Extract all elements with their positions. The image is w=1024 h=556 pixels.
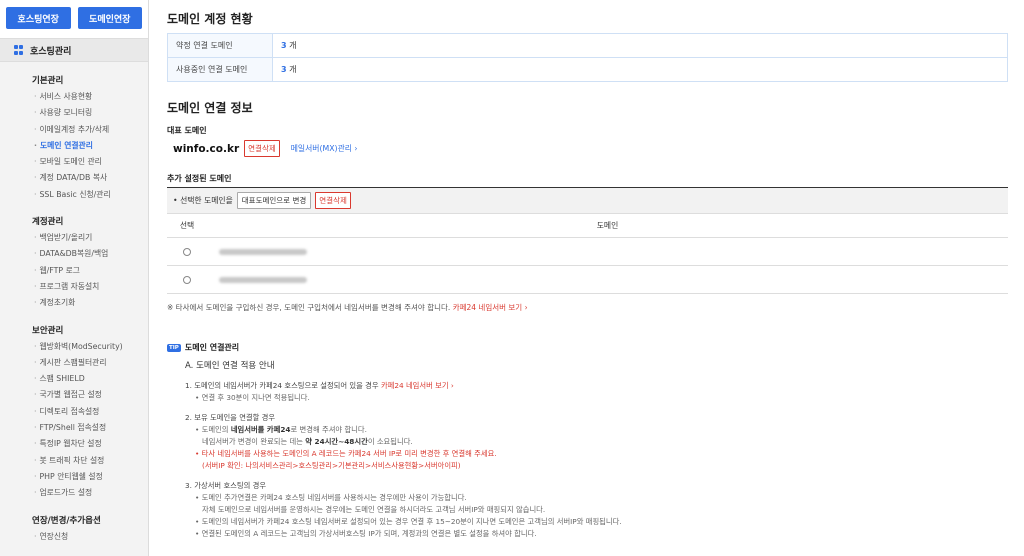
table-header: 선택 도메인 <box>167 214 1008 238</box>
guide-a2-3: • 타사 네임서버를 사용하는 도메인의 A 레코드는 카페24 서버 IP로 … <box>195 449 497 458</box>
rep-domain-label: 대표 도메인 <box>167 126 207 135</box>
sidebar-item[interactable]: 연장신청 <box>0 529 148 545</box>
sidebar-section-title: 연장/변경/추가옵션 <box>32 515 101 526</box>
table-row <box>167 266 1008 294</box>
connect-title: 도메인 연결 정보 <box>167 101 253 115</box>
guide-heading: A. 도메인 연결 적용 안내 <box>185 361 275 371</box>
rep-delete-button[interactable]: 연결삭제 <box>244 140 280 157</box>
table-row <box>167 238 1008 266</box>
guide-q2: 2. 보유 도메인을 연결할 경우 <box>185 413 276 422</box>
sidebar-item[interactable]: FTP/Shell 접속설정 <box>0 420 148 436</box>
added-domain-table: • 선택한 도메인을 대표도메인으로 변경 연결삭제 선택 도메인 <box>167 187 1008 294</box>
guide-a2-2: 네임서버가 변경이 완료되는 데는 약 24시간~48시간이 소요됩니다. <box>202 437 413 446</box>
sidebar-item[interactable]: 이메일계정 추가/삭제 <box>0 122 148 138</box>
top-buttons: 호스팅연장 도메인연장 <box>0 0 148 38</box>
sidebar-item[interactable]: 프로그램 자동설치 <box>0 279 148 295</box>
guide-a2-1: • 도메인의 네임서버를 카페24로 변경해 주셔야 합니다. <box>195 425 367 434</box>
tip-title: 도메인 연결관리 <box>184 343 240 352</box>
blurred-domain <box>219 276 307 283</box>
set-rep-button[interactable]: 대표도메인으로 변경 <box>236 192 312 209</box>
guide-q1: 1. 도메인의 네임서버가 카페24 호스팅으로 설정되어 있을 경우 카페24… <box>185 381 454 390</box>
guide-a1: • 연결 후 30분이 지나면 적용됩니다. <box>195 393 310 402</box>
sidebar-item[interactable]: 특정IP 웹차단 설정 <box>0 436 148 452</box>
grid-icon <box>14 45 24 55</box>
sidebar-section-title: 계정관리 <box>32 217 64 228</box>
sidebar-section-title: 보안관리 <box>32 325 64 336</box>
sidebar-item[interactable]: 디렉토리 접속설정 <box>0 404 148 420</box>
guide-content: A. 도메인 연결 적용 안내 1. 도메인의 네임서버가 카페24 호스팅으로… <box>185 356 985 540</box>
sidebar-item[interactable]: 웹/FTP 로그 <box>0 263 148 279</box>
rep-domain-name: winfo.co.kr <box>173 142 240 155</box>
sidebar-item[interactable]: PHP 안티웹쉘 설정 <box>0 469 148 485</box>
sidebar-item[interactable]: 스팸 SHIELD <box>0 371 148 387</box>
select-radio[interactable] <box>183 275 191 284</box>
domain-renew-button[interactable]: 도메인연장 <box>77 7 142 29</box>
status-title: 도메인 계정 현황 <box>167 12 253 26</box>
status-table: 약정 연결 도메인 3 개 사용중인 연결 도메인 3 개 <box>167 33 1008 82</box>
sidebar-item[interactable]: 게시판 스팸필터관리 <box>0 355 148 371</box>
sidebar-header-label: 호스팅관리 <box>30 46 72 57</box>
sidebar-item[interactable]: 모바일 도메인 관리 <box>0 154 148 170</box>
guide-q3: 3. 가상서버 호스팅의 경우 <box>185 481 267 490</box>
guide-a2-4: (서버IP 확인: 나의서비스관리>호스팅관리>기본관리>서비스사용현황>서버아… <box>202 461 461 470</box>
nameserver-link-2[interactable]: 카페24 네임서버 보기 › <box>381 381 454 390</box>
sidebar-item[interactable]: 계정초기화 <box>0 295 148 311</box>
added-domain-label: 추가 설정된 도메인 <box>167 174 232 183</box>
tip-header: TIP 도메인 연결관리 <box>167 342 239 353</box>
delete-selected-button[interactable]: 연결삭제 <box>315 192 351 209</box>
sidebar-item[interactable]: SSL Basic 신청/관리 <box>0 187 148 203</box>
nameserver-link[interactable]: 카페24 네임서버 보기 › <box>453 303 528 312</box>
blurred-domain <box>219 248 307 255</box>
sidebar-item[interactable]: 업로드가드 설정 <box>0 485 148 501</box>
status-row: 사용중인 연결 도메인 3 개 <box>167 57 1008 82</box>
rep-domain-row: winfo.co.kr 연결삭제 메일서버(MX)관리 › <box>173 140 358 157</box>
select-radio[interactable] <box>183 247 191 256</box>
sidebar-sections: 기본관리서비스 사용현황사용량 모니터링이메일계정 추가/삭제도메인 연결관리모… <box>0 62 148 545</box>
sidebar-item[interactable]: 계정 DATA/DB 복사 <box>0 170 148 186</box>
tip-badge: TIP <box>167 343 181 352</box>
sidebar-item[interactable]: 웹방화벽(ModSecurity) <box>0 339 148 355</box>
status-value: 3 개 <box>272 33 1008 58</box>
mx-manage-link[interactable]: 메일서버(MX)관리 › <box>291 143 358 154</box>
sidebar-header[interactable]: 호스팅관리 <box>0 38 148 62</box>
col-select: 선택 <box>179 221 195 230</box>
guide-a3-2: 자체 도메인으로 네임서버를 운영하시는 경우에는 도메인 연결을 하시더라도 … <box>202 505 546 514</box>
sidebar-item[interactable]: DATA&DB복원/백업 <box>0 246 148 262</box>
selected-text: • 선택한 도메인을 <box>173 196 233 205</box>
main-content: 도메인 계정 현황 약정 연결 도메인 3 개 사용중인 연결 도메인 3 개 … <box>167 0 1008 556</box>
sidebar-section-title: 기본관리 <box>32 76 64 86</box>
sidebar-item[interactable]: 서비스 사용현황 <box>0 89 148 105</box>
sidebar-item[interactable]: 봇 트래픽 차단 설정 <box>0 453 148 469</box>
col-domain: 도메인 <box>596 221 619 230</box>
guide-a3-4: • 연결된 도메인의 A 레코드는 고객님의 가상서버호스팅 IP가 되며, 계… <box>195 529 537 538</box>
sidebar-item[interactable]: 사용량 모니터링 <box>0 105 148 121</box>
status-row: 약정 연결 도메인 3 개 <box>167 33 1008 58</box>
status-value: 3 개 <box>272 57 1008 82</box>
sidebar-item[interactable]: 국가별 웹접근 설정 <box>0 387 148 403</box>
guide-a3-3: • 도메인의 네임서버가 카페24 호스팅 네임서버로 설정되어 있는 경우 연… <box>195 517 622 526</box>
hosting-renew-button[interactable]: 호스팅연장 <box>6 7 71 29</box>
status-label: 약정 연결 도메인 <box>167 33 273 58</box>
status-label: 사용중인 연결 도메인 <box>167 57 273 82</box>
sidebar-item[interactable]: 백업받기/올리기 <box>0 230 148 246</box>
sidebar: 호스팅연장 도메인연장 호스팅관리 기본관리서비스 사용현황사용량 모니터링이메… <box>0 0 149 556</box>
guide-a3-1: • 도메인 추가연결은 카페24 호스팅 네임서버를 사용하시는 경우에만 사용… <box>195 493 467 502</box>
nameserver-note: ※ 타사에서 도메인을 구입하신 경우, 도메인 구입처에서 네임서버를 변경해… <box>167 303 528 312</box>
sidebar-item[interactable]: 도메인 연결관리 <box>0 138 148 154</box>
action-bar: • 선택한 도메인을 대표도메인으로 변경 연결삭제 <box>167 188 1008 214</box>
